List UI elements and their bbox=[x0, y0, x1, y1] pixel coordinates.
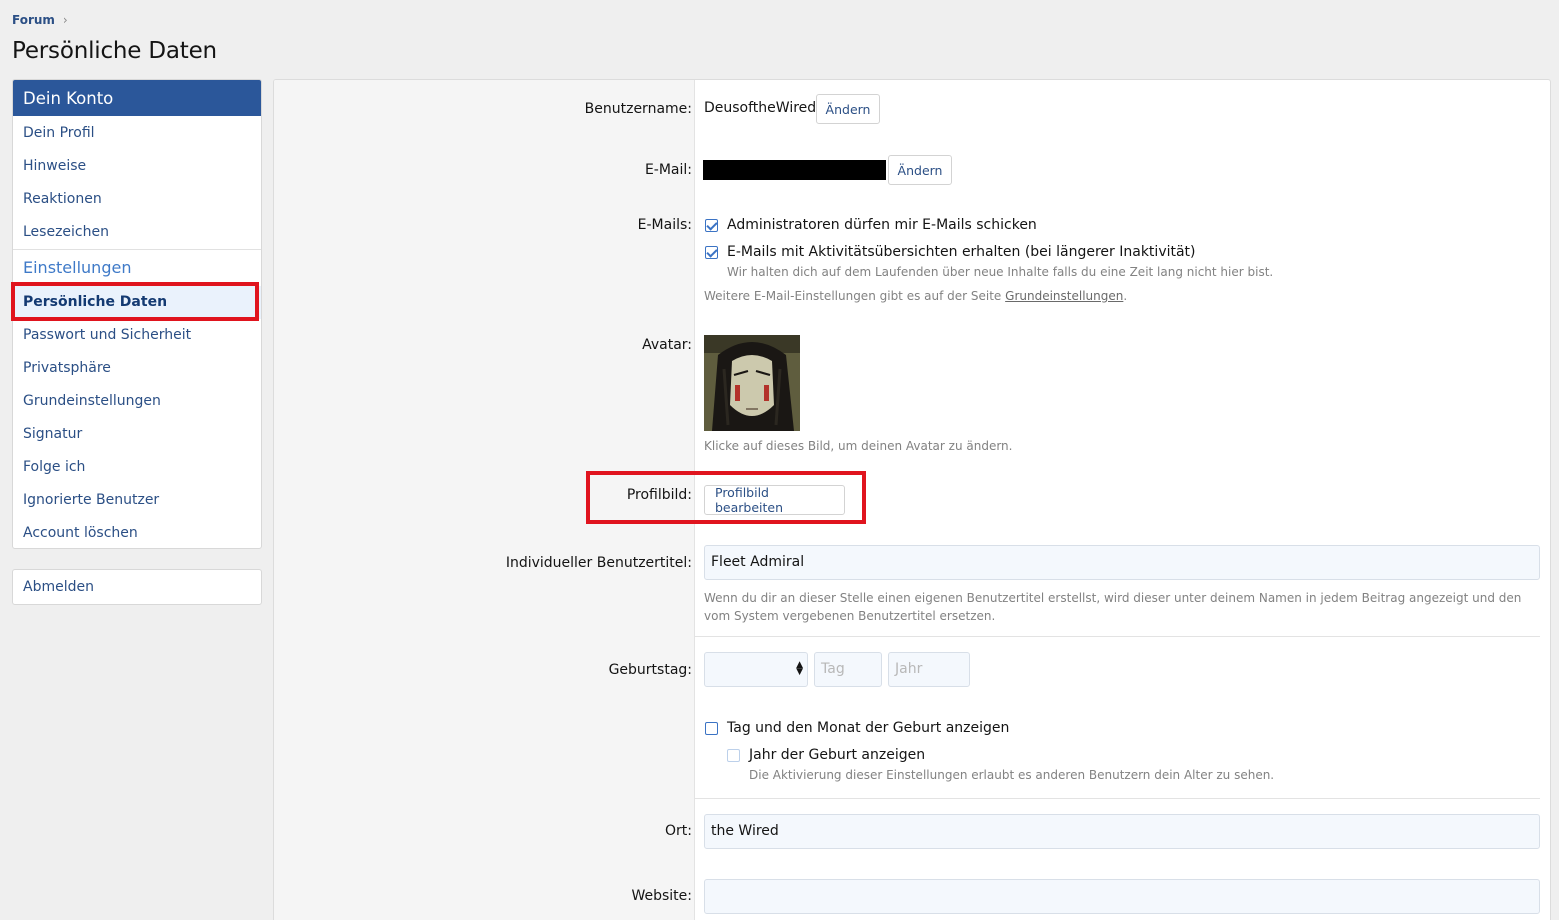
divider bbox=[694, 798, 1540, 799]
account-sidebar: Dein Konto Dein Profil Hinweise Reaktion… bbox=[12, 79, 262, 549]
sidebar-item-signatur[interactable]: Signatur bbox=[13, 418, 261, 451]
birthday-year-input[interactable]: Jahr bbox=[888, 652, 970, 687]
change-username-button[interactable]: Ändern bbox=[816, 94, 880, 124]
chevron-right-icon: › bbox=[62, 13, 68, 27]
sidebar-item-account-loeschen[interactable]: Account löschen bbox=[13, 517, 261, 548]
custom-title-hint: Wenn du dir an dieser Stelle einen eigen… bbox=[704, 591, 1522, 623]
sidebar-item-hinweise[interactable]: Hinweise bbox=[13, 150, 261, 183]
username-value: DeusoftheWired bbox=[704, 100, 817, 116]
grundeinstellungen-link[interactable]: Grundeinstellungen bbox=[1005, 289, 1123, 303]
sidebar-header[interactable]: Dein Konto bbox=[13, 80, 261, 116]
show-birth-year-label: Jahr der Geburt anzeigen bbox=[749, 747, 926, 763]
divider bbox=[694, 636, 1540, 637]
profilbild-label: Profilbild: bbox=[626, 487, 692, 503]
birthday-hint: Die Aktivierung dieser Einstellungen erl… bbox=[749, 768, 1275, 782]
avatar-hint: Klicke auf dieses Bild, um deinen Avatar… bbox=[704, 439, 1013, 453]
page-title: Persönliche Daten bbox=[12, 38, 217, 64]
form-panel bbox=[273, 79, 1551, 920]
email-redacted bbox=[703, 160, 886, 180]
email-label: E-Mail: bbox=[644, 162, 692, 178]
logout-button[interactable]: Abmelden bbox=[12, 569, 262, 605]
activity-emails-checkbox[interactable] bbox=[705, 246, 718, 259]
birthday-label: Geburtstag: bbox=[608, 662, 692, 678]
admin-emails-label: Administratoren dürfen mir E-Mails schic… bbox=[727, 217, 1037, 233]
activity-emails-label: E-Mails mit Aktivitätsübersichten erhalt… bbox=[727, 244, 1196, 260]
email-settings-hint-suffix: . bbox=[1123, 289, 1128, 303]
show-birth-year-checkbox[interactable] bbox=[727, 749, 740, 762]
emails-label: E-Mails: bbox=[637, 217, 692, 233]
birthday-month-select[interactable]: ▲ ▼ bbox=[704, 652, 808, 687]
email-settings-hint: Weitere E-Mail-Einstellungen gibt es auf… bbox=[704, 289, 1127, 303]
username-label: Benutzername: bbox=[584, 101, 692, 117]
breadcrumb: Forum › bbox=[12, 13, 68, 27]
admin-emails-checkbox[interactable] bbox=[705, 219, 718, 232]
show-birthday-label: Tag und den Monat der Geburt anzeigen bbox=[727, 720, 1010, 736]
show-birthday-checkbox[interactable] bbox=[705, 722, 718, 735]
sidebar-divider bbox=[13, 249, 261, 250]
sidebar-item-reaktionen[interactable]: Reaktionen bbox=[13, 183, 261, 216]
sidebar-item-dein-profil[interactable]: Dein Profil bbox=[13, 117, 261, 150]
sidebar-item-grundeinstellungen[interactable]: Grundeinstellungen bbox=[13, 385, 261, 418]
sidebar-item-persoenliche-daten[interactable]: Persönliche Daten bbox=[13, 286, 261, 319]
location-label: Ort: bbox=[665, 823, 692, 839]
custom-title-label: Individueller Benutzertitel: bbox=[505, 555, 692, 571]
website-input[interactable] bbox=[704, 879, 1540, 914]
birthday-day-input[interactable]: Tag bbox=[814, 652, 882, 687]
sidebar-item-folge-ich[interactable]: Folge ich bbox=[13, 451, 261, 484]
website-label: Website: bbox=[631, 888, 692, 904]
custom-title-input[interactable]: Fleet Admiral bbox=[704, 545, 1540, 580]
select-arrows-icon: ▲ ▼ bbox=[796, 660, 803, 677]
sidebar-item-ignorierte-benutzer[interactable]: Ignorierte Benutzer bbox=[13, 484, 261, 517]
sidebar-item-privatsphaere[interactable]: Privatsphäre bbox=[13, 352, 261, 385]
sidebar-section-einstellungen: Einstellungen bbox=[23, 258, 132, 277]
avatar-image[interactable] bbox=[704, 335, 800, 431]
location-input[interactable]: the Wired bbox=[704, 814, 1540, 849]
activity-emails-hint: Wir halten dich auf dem Laufenden über n… bbox=[727, 265, 1274, 279]
email-settings-hint-text: Weitere E-Mail-Einstellungen gibt es auf… bbox=[704, 289, 1006, 303]
sidebar-item-lesezeichen[interactable]: Lesezeichen bbox=[13, 216, 261, 249]
edit-profile-banner-button[interactable]: Profilbild bearbeiten bbox=[704, 485, 845, 515]
breadcrumb-forum-link[interactable]: Forum bbox=[12, 13, 55, 27]
avatar-label: Avatar: bbox=[642, 337, 692, 353]
sidebar-item-passwort[interactable]: Passwort und Sicherheit bbox=[13, 319, 261, 352]
change-email-button[interactable]: Ändern bbox=[888, 155, 952, 185]
